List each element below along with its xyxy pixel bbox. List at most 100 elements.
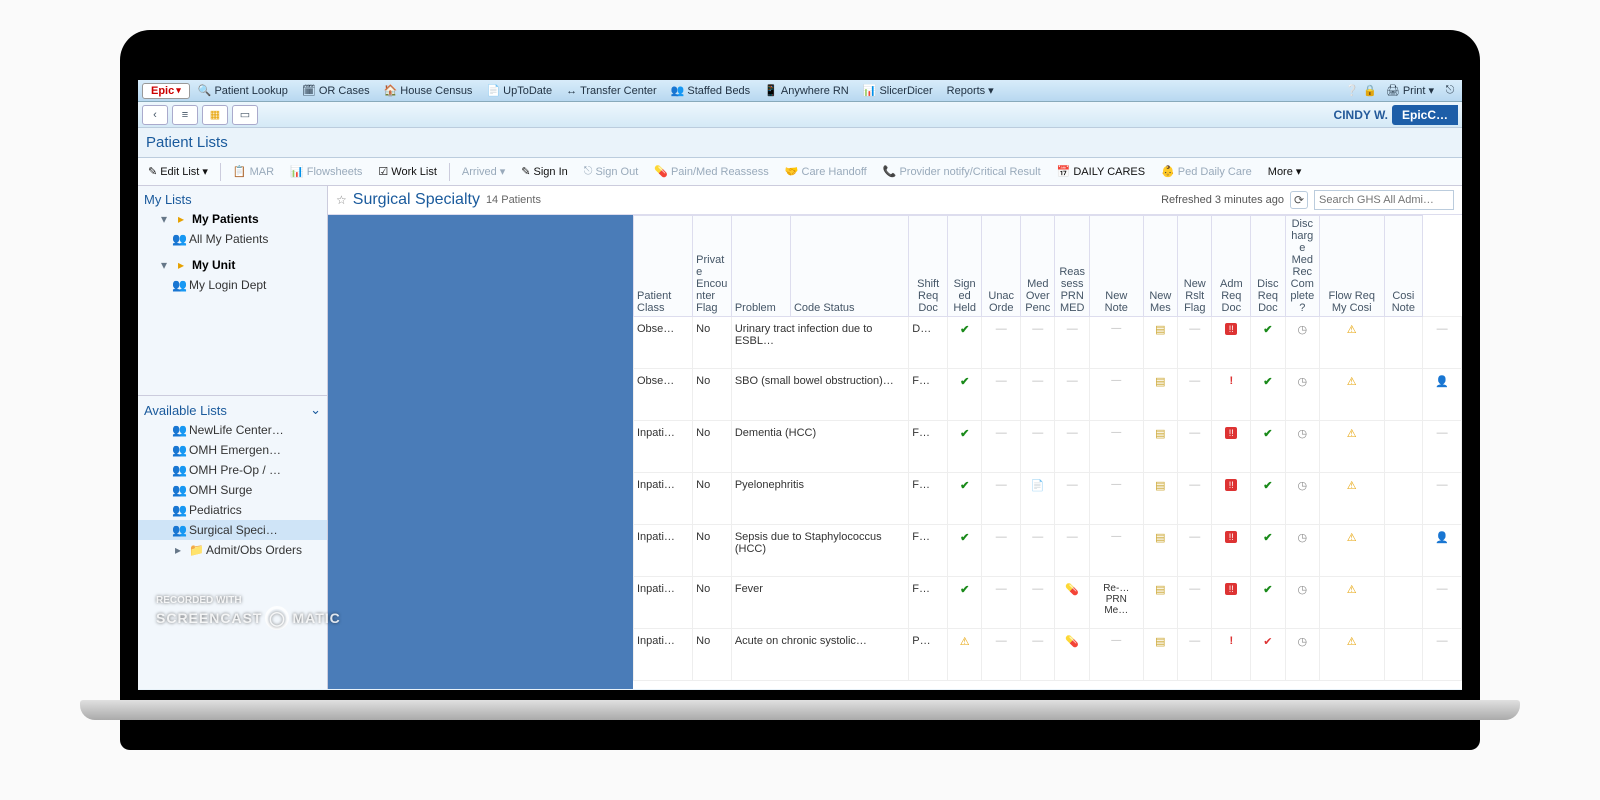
more-button[interactable]: More ▾	[1262, 163, 1308, 180]
cell-prn: —	[1089, 525, 1143, 577]
cell-flow-cosi	[1384, 317, 1423, 369]
toolbar-slicerdicer[interactable]: 📊 SlicerDicer	[857, 83, 939, 98]
toolbar-or-cases[interactable]: 🗓 OR Cases	[296, 83, 376, 98]
sign-in-button[interactable]: ✎ Sign In	[515, 163, 573, 180]
table-row[interactable]: Obse…NoUrinary tract infection due to ES…	[634, 317, 1462, 369]
cell-signed-held: —	[982, 629, 1021, 681]
table-row[interactable]: Inpati…NoFeverF…✔——💊Re-… PRN Me…▤—!!✔◷⚠—	[634, 577, 1462, 629]
pain-med-reassess-button[interactable]: 💊 Pain/Med Reassess	[648, 163, 775, 180]
chevron-down-icon: ▾	[158, 212, 170, 226]
back-button[interactable]: ‹	[142, 105, 168, 125]
cell-new-mes: —	[1178, 369, 1212, 421]
cell-med-over: 💊	[1055, 577, 1089, 629]
cell-signed-held: —	[982, 473, 1021, 525]
cell-new-note: ▤	[1143, 629, 1177, 681]
col-shift-req-doc[interactable]: Shift Req Doc	[909, 216, 948, 317]
refresh-button[interactable]: ⟳	[1290, 191, 1308, 209]
secondary-toolbar: ‹ ≡ ▦ ▭ CINDY W. EpicC…	[138, 102, 1462, 128]
table-row[interactable]: Inpati…NoDementia (HCC)F…✔————▤—!!✔◷⚠—	[634, 421, 1462, 473]
table-row[interactable]: Obse…NoSBO (small bowel obstruction)…F…✔…	[634, 369, 1462, 421]
mar-button[interactable]: 📋 MAR	[227, 163, 280, 180]
sidebar-item-available-selected[interactable]: 👥Surgical Speci…	[138, 520, 327, 540]
toolbar-patient-lookup[interactable]: 🔍 Patient Lookup	[192, 83, 294, 98]
sign-out-button[interactable]: ⎋ Sign Out	[578, 163, 645, 180]
sidebar-item-all-my-patients[interactable]: 👥 All My Patients	[138, 229, 327, 249]
cell-new-note: ▤	[1143, 473, 1177, 525]
epic-menu-button[interactable]: Epic ▾	[142, 83, 190, 99]
col-discharge-med-rec[interactable]: Discharge Med Rec Complete?	[1285, 216, 1319, 317]
search-input[interactable]	[1314, 190, 1454, 210]
provider-notify-button[interactable]: 📞 Provider notify/Critical Result	[877, 163, 1047, 180]
col-signed-held[interactable]: Signed Held	[947, 216, 981, 317]
cell-code: F…	[909, 421, 948, 473]
col-adm-req-doc[interactable]: Adm Req Doc	[1212, 216, 1251, 317]
col-disc-req-doc[interactable]: Disc Req Doc	[1251, 216, 1285, 317]
col-new-note[interactable]: New Note	[1089, 216, 1143, 317]
cell-flow-cosi	[1384, 525, 1423, 577]
sidebar-item-available[interactable]: 👥OMH Emergen…	[138, 440, 327, 460]
col-unac-orde[interactable]: Unac Orde	[982, 216, 1021, 317]
table-row[interactable]: Inpati…NoAcute on chronic systolic…P…⚠——…	[634, 629, 1462, 681]
table-row[interactable]: Inpati…NoSepsis due to Staphylococcus (H…	[634, 525, 1462, 577]
watermark: RECORDED WITH SCREENCAST ◯ MATIC	[156, 596, 341, 630]
list-view-button[interactable]: ≡	[172, 105, 198, 125]
warning-icon: ⚠	[1347, 636, 1357, 648]
sidebar-item-available[interactable]: 👥Pediatrics	[138, 500, 327, 520]
check-icon: ✔	[960, 584, 969, 596]
cell-prn: —	[1089, 473, 1143, 525]
toolbar-staffed-beds[interactable]: 👥 Staffed Beds	[665, 83, 757, 98]
clock-icon: ◷	[1297, 428, 1307, 440]
work-list-button[interactable]: ☑ Work List	[372, 163, 443, 180]
col-priv-enc-flag[interactable]: Private Encounter Flag	[693, 216, 732, 317]
col-cosi-note[interactable]: Cosi Note	[1384, 216, 1423, 317]
toolbar-reports[interactable]: Reports ▾	[941, 83, 1000, 98]
sidebar-item-my-patients[interactable]: ▾ ▸ My Patients	[138, 209, 327, 229]
sidebar-item-available[interactable]: 👥OMH Pre-Op / …	[138, 460, 327, 480]
col-code-status[interactable]: Code Status	[790, 216, 908, 317]
sidebar-item-available[interactable]: 👥NewLife Center…	[138, 420, 327, 440]
cell-shift-req: ✔	[947, 473, 981, 525]
cell-shift-req: ✔	[947, 577, 981, 629]
star-icon[interactable]: ☆	[336, 193, 347, 207]
edit-list-button[interactable]: ✎ Edit List ▾	[142, 163, 214, 180]
toolbar-anywhere-rn[interactable]: 📱 Anywhere RN	[758, 83, 855, 98]
person-icon: 👤	[1435, 376, 1449, 388]
cell-new-rslt: !!	[1212, 317, 1251, 369]
patient-grid[interactable]: Patient Class Private Encounter Flag Pro…	[633, 215, 1462, 689]
col-patient-class[interactable]: Patient Class	[634, 216, 693, 317]
sidebar-item-available[interactable]: ▸📁Admit/Obs Orders	[138, 540, 327, 560]
flowsheets-button[interactable]: 📊 Flowsheets	[284, 163, 368, 180]
toolbar-transfer-center[interactable]: ↔ Transfer Center	[560, 84, 663, 98]
workspace-tab[interactable]: EpicC…	[1392, 105, 1458, 125]
table-row[interactable]: Inpati…NoPyelonephritisF…✔—📄——▤—!!✔◷⚠—	[634, 473, 1462, 525]
grid-header[interactable]: Patient Class Private Encounter Flag Pro…	[634, 216, 1462, 317]
sidebar-item-available[interactable]: 👥OMH Surge	[138, 480, 327, 500]
cell-med-over: —	[1055, 421, 1089, 473]
col-flow-req-my-cosi[interactable]: Flow Req My Cosi	[1319, 216, 1384, 317]
arrived-button[interactable]: Arrived ▾	[456, 163, 511, 180]
toolbar-uptodate[interactable]: 📄 UpToDate	[480, 83, 558, 98]
sidebar-item-my-unit[interactable]: ▾ ▸ My Unit	[138, 255, 327, 275]
col-new-rslt-flag[interactable]: New Rslt Flag	[1178, 216, 1212, 317]
daily-cares-button[interactable]: 📅 DAILY CARES	[1051, 163, 1151, 180]
cell-dmr: ⚠	[1319, 317, 1384, 369]
col-problem[interactable]: Problem	[731, 216, 790, 317]
cell-dmr: ⚠	[1319, 369, 1384, 421]
col-reassess-prn-med[interactable]: Reassess PRN MED	[1055, 216, 1089, 317]
available-lists-heading[interactable]: Available Lists ⌄	[138, 395, 327, 420]
ped-daily-care-button[interactable]: 👶 Ped Daily Care	[1155, 163, 1258, 180]
folder-button[interactable]: ▦	[202, 105, 228, 125]
chevron-down-icon: ▾	[158, 258, 170, 272]
care-handoff-button[interactable]: 🤝 Care Handoff	[779, 163, 873, 180]
help-icon[interactable]: ❔	[1344, 84, 1360, 97]
toolbar-house-census[interactable]: 🏠 House Census	[378, 83, 479, 98]
note-icon: ▤	[1155, 584, 1165, 596]
logout-icon[interactable]: ⎋	[1442, 84, 1458, 97]
calendar-button[interactable]: ▭	[232, 105, 258, 125]
col-new-mes[interactable]: New Mes	[1143, 216, 1177, 317]
clock-icon: ◷	[1297, 636, 1307, 648]
col-med-over-penc[interactable]: Med Over Penc	[1021, 216, 1055, 317]
sidebar-item-my-login-dept[interactable]: 👥 My Login Dept	[138, 275, 327, 295]
secure-icon[interactable]: 🔒	[1362, 84, 1378, 97]
print-button[interactable]: 🖨 Print ▾	[1380, 83, 1440, 98]
